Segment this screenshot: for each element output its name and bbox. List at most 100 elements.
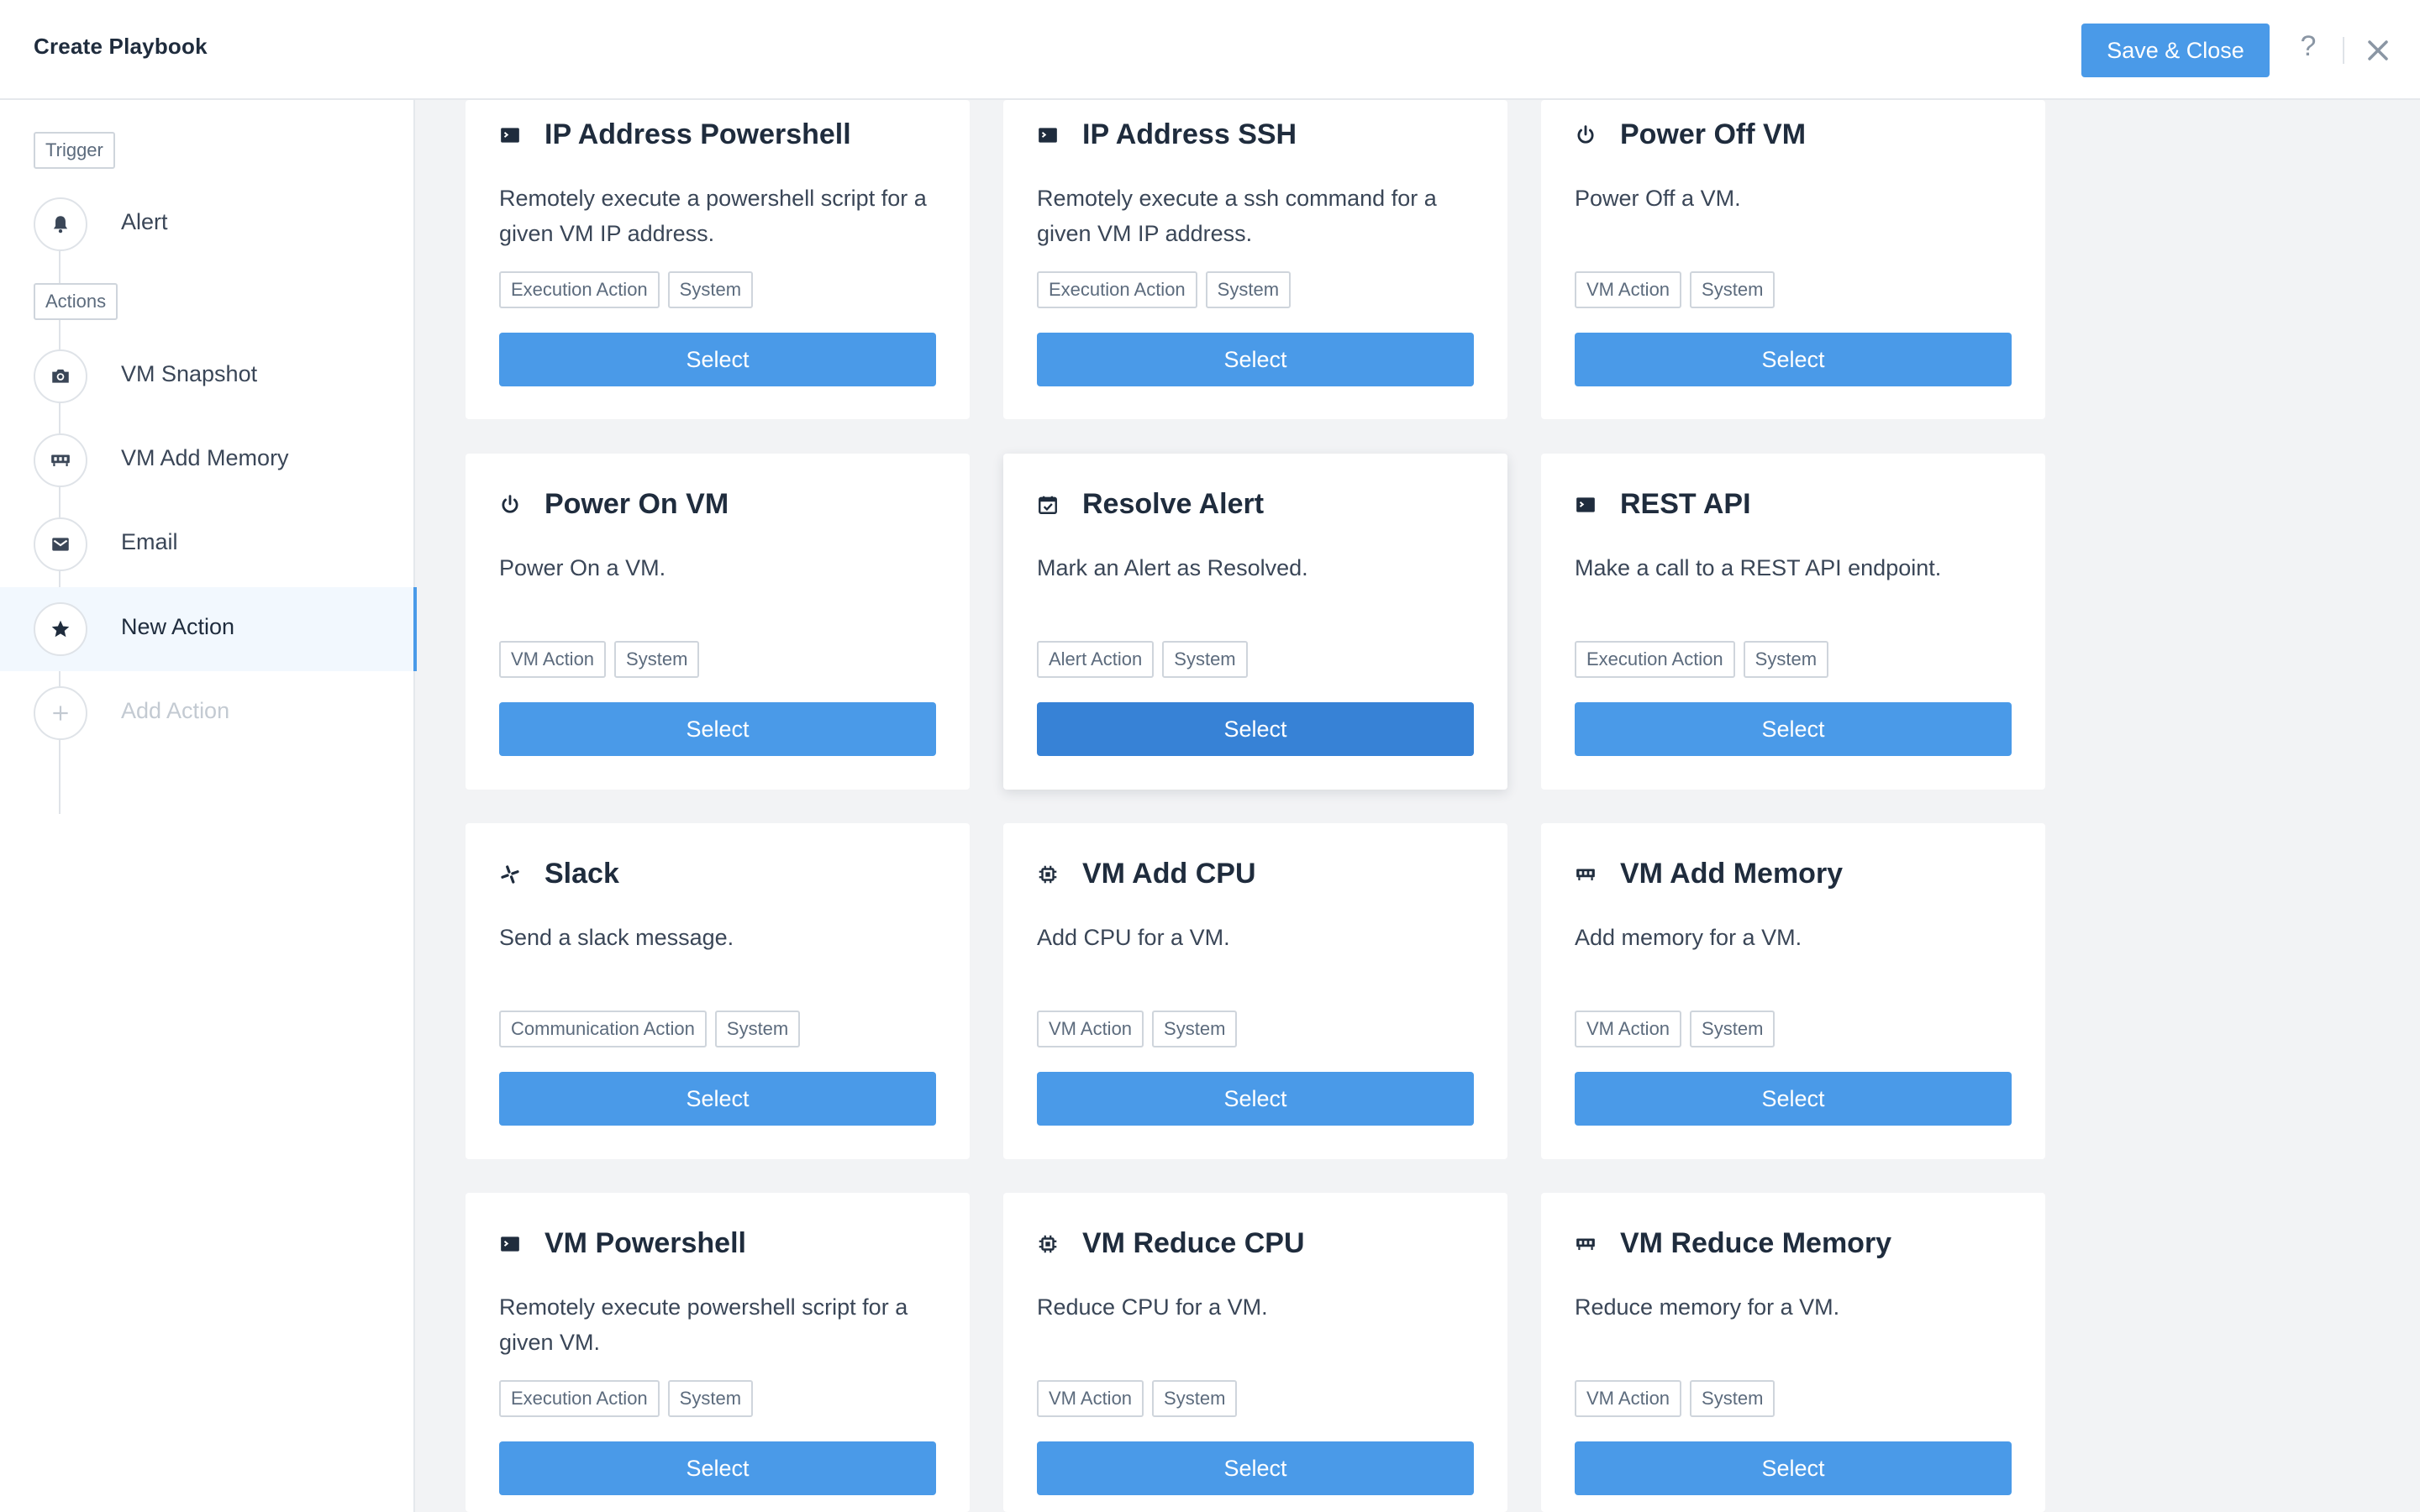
select-button[interactable]: Select [1037,702,1474,756]
source-tag: System [614,641,700,678]
source-tag: System [667,1380,754,1417]
source-tag: System [1152,1011,1238,1047]
action-card-vm-add-cpu: VM Add CPU Add CPU for a VM. VM Action S… [1003,823,1507,1159]
card-tags: VM Action System [1575,271,1776,308]
action-card-ip-address-ssh: IP Address SSH Remotely execute a ssh co… [1003,100,1507,419]
page-title: Create Playbook [34,34,208,59]
action-card-rest-api: REST API Make a call to a REST API endpo… [1541,454,2045,790]
category-tag: VM Action [1575,1011,1682,1047]
category-tag: VM Action [499,641,607,678]
source-tag: System [1690,1380,1776,1417]
card-tags: Alert Action System [1037,641,1248,678]
card-description: Add memory for a VM. [1575,925,1802,950]
select-button[interactable]: Select [1037,333,1474,386]
source-tag: System [1743,641,1829,678]
category-tag: VM Action [1037,1011,1144,1047]
terminal-icon [1037,124,1059,146]
sidebar-item-new-action[interactable]: New Action [0,587,417,671]
card-title: Power Off VM [1620,118,1807,150]
select-button[interactable]: Select [499,702,936,756]
card-title: VM Add CPU [1082,858,1256,890]
sidebar-item-vm-snapshot[interactable]: VM Snapshot [0,334,415,418]
bell-icon [53,216,68,234]
sidebar-item-alert[interactable]: Alert [0,182,415,266]
actions-section-tag: Actions [34,283,118,320]
card-tags: Execution Action System [499,1380,754,1417]
playbook-steps-sidebar: Trigger Alert Actions VM Snapshot VM Add… [0,100,417,1512]
close-icon[interactable] [2363,35,2393,66]
card-description: Add CPU for a VM. [1037,925,1230,950]
source-tag: System [1162,641,1248,678]
action-card-vm-powershell: VM Powershell Remotely execute powershel… [466,1193,970,1512]
category-tag: VM Action [1575,1380,1682,1417]
select-button[interactable]: Select [1575,1072,2012,1126]
card-title: VM Powershell [544,1227,746,1259]
camera-icon [52,369,69,383]
sidebar-item-label: New Action [121,614,235,639]
source-tag: System [1205,271,1292,308]
card-description: Mark an Alert as Resolved. [1037,555,1308,580]
source-tag: System [1152,1380,1238,1417]
sidebar-item-vm-add-memory[interactable]: VM Add Memory [0,418,415,502]
select-button[interactable]: Select [499,333,936,386]
action-card-power-on-vm: Power On VM Power On a VM. VM Action Sys… [466,454,970,790]
source-tag: System [667,271,754,308]
sidebar-item-label: VM Add Memory [121,445,289,470]
select-button[interactable]: Select [1037,1441,1474,1495]
select-button[interactable]: Select [1575,1441,2012,1495]
source-tag: System [1690,271,1776,308]
sidebar-item-label: Add Action [121,698,230,723]
source-tag: System [1690,1011,1776,1047]
step-node [34,197,87,251]
sidebar-item-add-action[interactable]: Add Action [0,671,415,755]
card-title: Slack [544,858,619,890]
card-tags: VM Action System [1037,1380,1238,1417]
action-card-ip-address-powershell: IP Address Powershell Remotely execute a… [466,100,970,419]
terminal-icon [499,1233,521,1255]
card-title: IP Address SSH [1082,118,1297,150]
step-node [34,686,87,740]
cpu-icon [1037,1233,1059,1255]
help-icon[interactable]: ? [2296,30,2321,67]
card-description: Remotely execute a powershell script for… [499,186,927,246]
select-button[interactable]: Select [1575,333,2012,386]
card-tags: Execution Action System [1575,641,1829,678]
card-description: Power On a VM. [499,555,666,580]
memory-icon [51,454,70,467]
sidebar-item-email[interactable]: Email [0,502,415,586]
action-card-vm-reduce-memory: VM Reduce Memory Reduce memory for a VM.… [1541,1193,2045,1512]
category-tag: VM Action [1575,271,1682,308]
card-description: Remotely execute powershell script for a… [499,1294,908,1355]
card-description: Remotely execute a ssh command for a giv… [1037,186,1437,246]
select-button[interactable]: Select [499,1072,936,1126]
select-button[interactable]: Select [499,1441,936,1495]
card-tags: Execution Action System [1037,271,1292,308]
category-tag: Execution Action [1037,271,1197,308]
sidebar-item-label: VM Snapshot [121,361,258,386]
category-tag: Execution Action [499,1380,660,1417]
terminal-icon [499,124,521,146]
category-tag: Execution Action [499,271,660,308]
terminal-icon [1575,494,1597,516]
category-tag: VM Action [1037,1380,1144,1417]
sidebar-item-label: Email [121,529,178,554]
category-tag: Alert Action [1037,641,1155,678]
power-icon [1575,124,1597,146]
save-and-close-button[interactable]: Save & Close [2081,24,2270,77]
calendar-check-icon [1037,494,1059,516]
plus-icon [53,706,68,721]
action-card-resolve-alert: Resolve Alert Mark an Alert as Resolved.… [1003,454,1507,790]
top-bar: Create Playbook Save & Close ? [0,0,2420,100]
trigger-section-tag: Trigger [34,132,115,169]
select-button[interactable]: Select [1575,702,2012,756]
card-title: VM Add Memory [1620,858,1844,890]
step-node [34,349,87,403]
card-title: Power On VM [544,488,729,520]
card-tags: VM Action System [1575,1380,1776,1417]
select-button[interactable]: Select [1037,1072,1474,1126]
card-description: Send a slack message. [499,925,734,950]
category-tag: Execution Action [1575,641,1735,678]
card-title: REST API [1620,488,1751,520]
card-title: Resolve Alert [1082,488,1265,520]
card-description: Reduce memory for a VM. [1575,1294,1840,1320]
